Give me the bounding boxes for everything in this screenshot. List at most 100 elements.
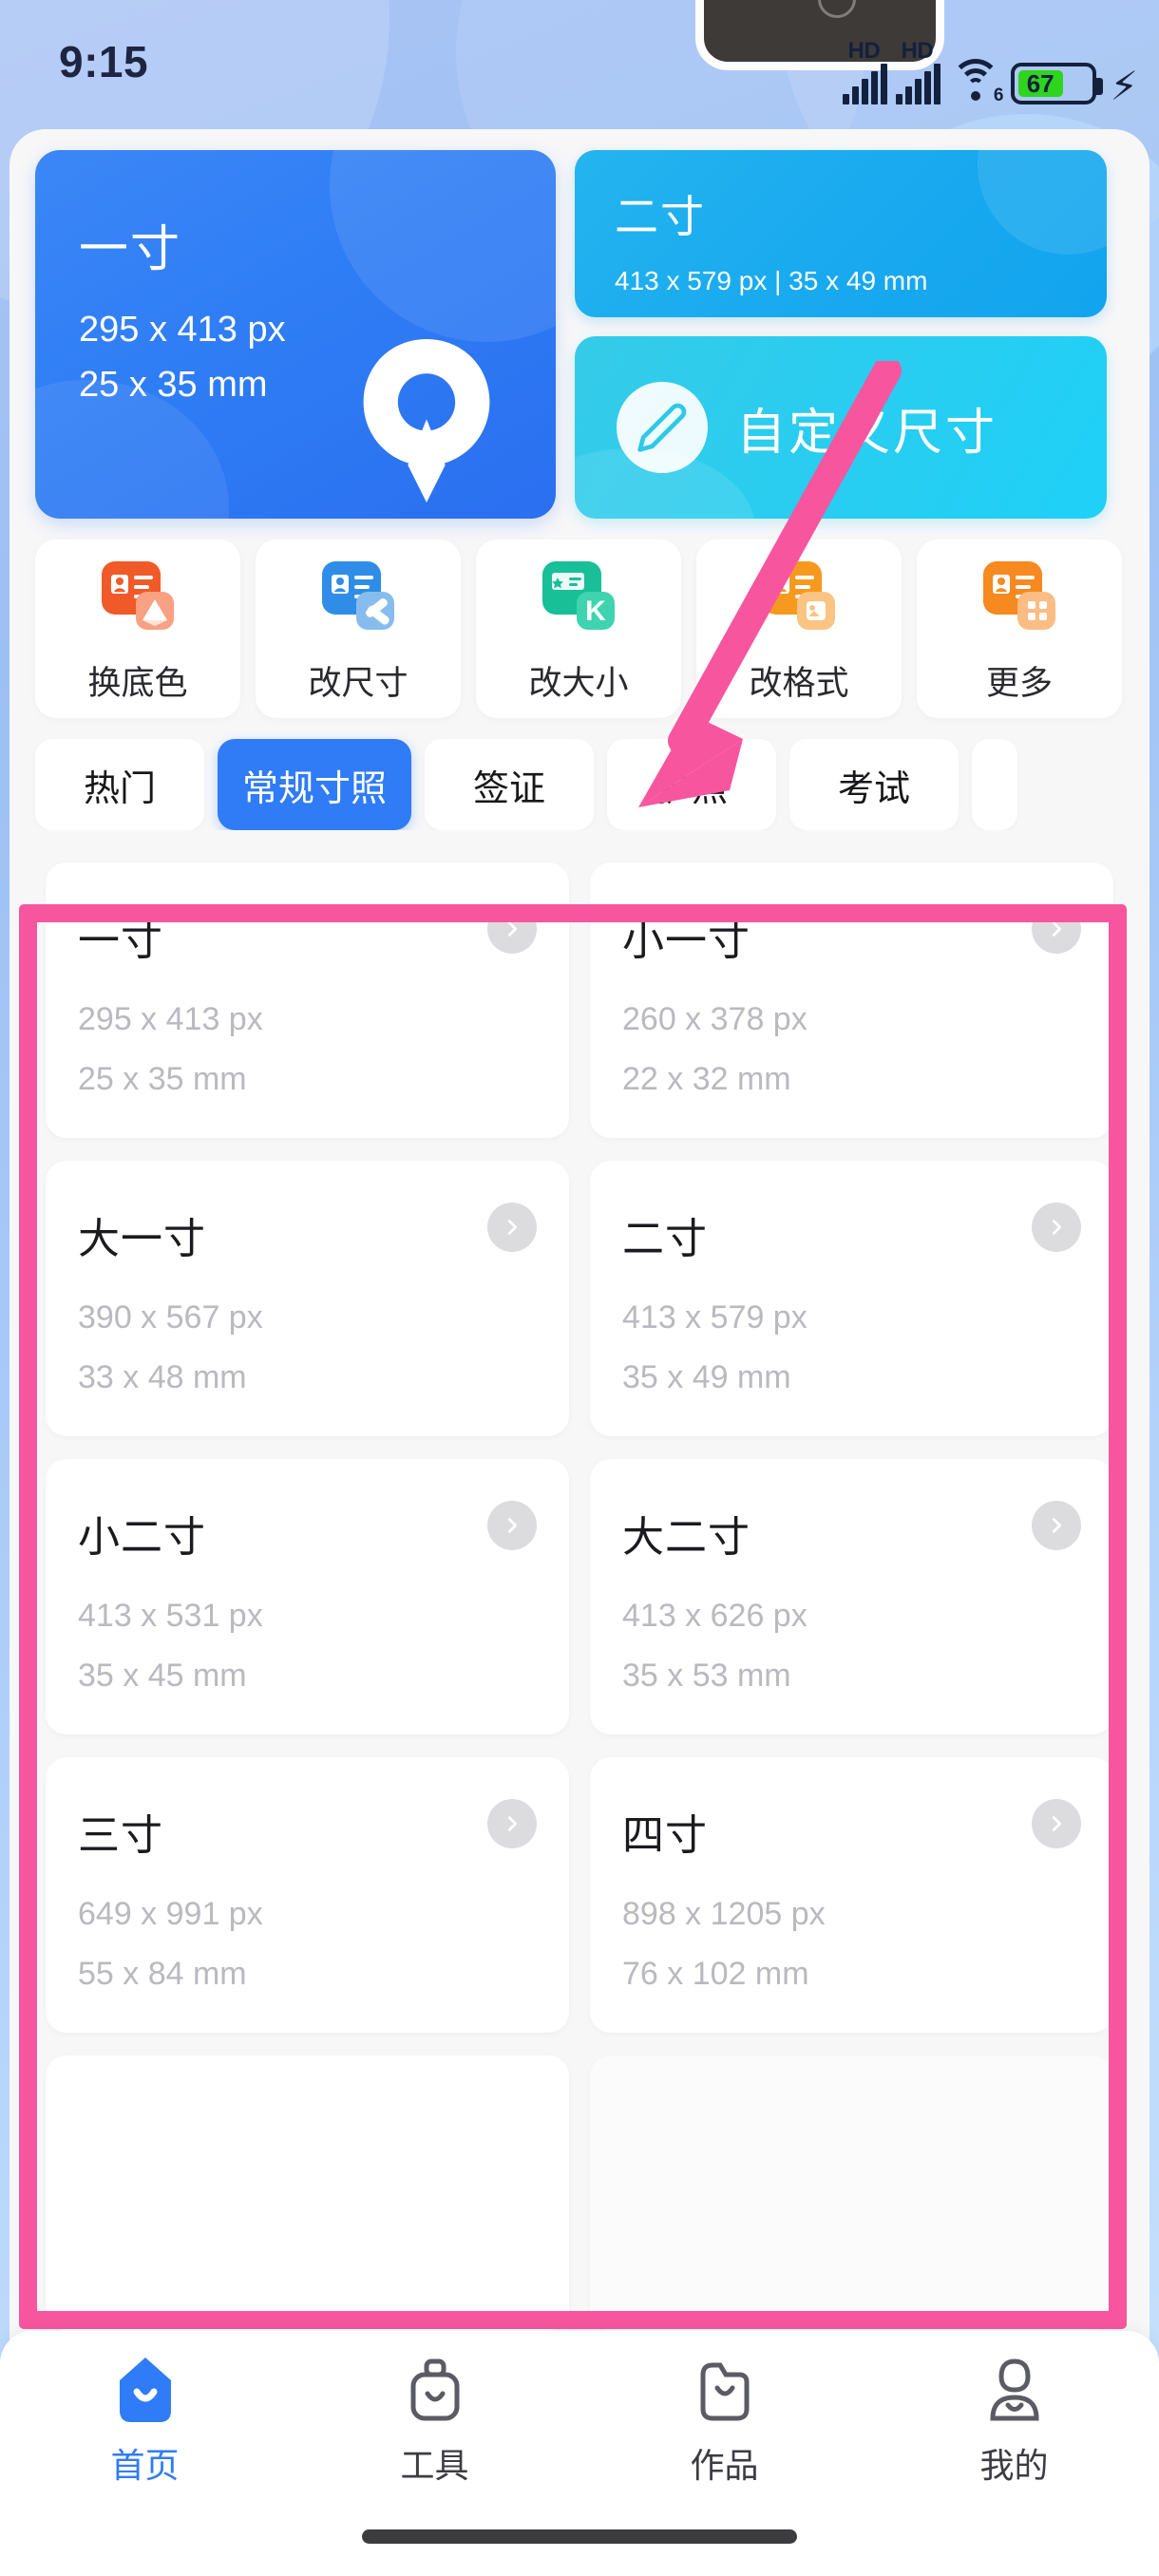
size-mm: 35 x 53 mm bbox=[622, 1657, 791, 1694]
hero-primary-title: 一寸 bbox=[79, 222, 182, 277]
chevron-right-icon[interactable] bbox=[1032, 1501, 1081, 1550]
size-name: 三寸 bbox=[78, 1812, 163, 1859]
app-container: 一寸 295 x 413 px 25 x 35 mm 二寸 413 x 579 … bbox=[10, 129, 1150, 2350]
charging-bolt-icon: ⚡ bbox=[1110, 64, 1139, 109]
tab-standard-id-photo[interactable]: 常规寸照 bbox=[218, 739, 412, 830]
tab-next-partial[interactable] bbox=[972, 739, 1018, 830]
size-name: 小一寸 bbox=[622, 918, 750, 964]
size-mm: 55 x 84 mm bbox=[78, 1956, 247, 1992]
size-card[interactable]: 大一寸 390 x 567 px 33 x 48 mm bbox=[46, 1161, 569, 1436]
size-mm: 35 x 45 mm bbox=[78, 1657, 247, 1694]
tool-label: 更多 bbox=[985, 664, 1053, 702]
tool-item-more[interactable]: 更多 bbox=[917, 540, 1122, 718]
phone-screen: 9:15 HD HD 6 67 ⚡ 一寸 295 x 413 px 25 x 3… bbox=[0, 0, 1159, 2576]
hero-section: 一寸 295 x 413 px 25 x 35 mm 二寸 413 x 579 … bbox=[10, 150, 1150, 519]
size-card-partial[interactable] bbox=[46, 2055, 569, 2331]
size-px: 413 x 626 px bbox=[622, 1598, 808, 1634]
size-card[interactable]: 二寸 413 x 579 px 35 x 49 mm bbox=[590, 1161, 1113, 1436]
size-mm: 76 x 102 mm bbox=[622, 1956, 809, 1992]
status-clock: 9:15 bbox=[59, 37, 149, 86]
hero-primary-px: 295 x 413 px bbox=[79, 310, 286, 350]
bottom-navigation: 首页 工具 作品 我的 bbox=[0, 2331, 1159, 2576]
size-mm: 35 x 49 mm bbox=[622, 1359, 791, 1395]
id-card-ruler-icon bbox=[314, 554, 402, 641]
svg-text:K: K bbox=[585, 596, 606, 627]
front-camera-icon bbox=[818, 0, 856, 18]
nav-item-mine[interactable]: 我的 bbox=[869, 2355, 1159, 2488]
tool-label: 改格式 bbox=[749, 664, 849, 702]
status-bar: 9:15 HD HD 6 67 ⚡ bbox=[0, 0, 1159, 142]
signal-bars-2-icon: HD bbox=[895, 38, 940, 104]
size-name: 一寸 bbox=[78, 918, 163, 964]
chevron-right-icon[interactable] bbox=[487, 1203, 537, 1252]
size-card-partial[interactable] bbox=[590, 2055, 1113, 2331]
tool-label: 换底色 bbox=[87, 664, 188, 702]
size-card[interactable]: 大二寸 413 x 626 px 35 x 53 mm bbox=[590, 1459, 1113, 1734]
app-scroll-area[interactable]: 一寸 295 x 413 px 25 x 35 mm 二寸 413 x 579 … bbox=[10, 129, 1150, 2331]
tool-item-change-format[interactable]: 改格式 bbox=[696, 540, 902, 718]
nav-item-tools[interactable]: 工具 bbox=[290, 2355, 580, 2488]
category-tabs[interactable]: 热门 常规寸照 签证 护照 考试 bbox=[10, 718, 1150, 830]
chevron-right-icon[interactable] bbox=[487, 1799, 537, 1848]
toolbox-icon bbox=[400, 2355, 470, 2425]
hd-label-2: HD bbox=[901, 38, 934, 64]
nav-item-works[interactable]: 作品 bbox=[580, 2355, 869, 2488]
size-name: 小二寸 bbox=[78, 1514, 206, 1561]
hero-card-custom-size[interactable]: 自定义尺寸 bbox=[575, 336, 1107, 519]
tool-label: 改尺寸 bbox=[308, 664, 408, 702]
chevron-right-icon[interactable] bbox=[1032, 1799, 1081, 1848]
chevron-right-icon[interactable] bbox=[487, 904, 537, 954]
size-card[interactable]: 一寸 295 x 413 px 25 x 35 mm bbox=[46, 862, 569, 1138]
folder-icon bbox=[690, 2355, 760, 2425]
hero-primary-mm: 25 x 35 mm bbox=[79, 365, 268, 405]
signal-bars-1-icon: HD bbox=[842, 38, 887, 104]
nav-label: 工具 bbox=[400, 2446, 469, 2485]
size-card[interactable]: 三寸 649 x 991 px 55 x 84 mm bbox=[46, 1757, 569, 2033]
size-mm: 25 x 35 mm bbox=[78, 1061, 247, 1097]
size-px: 413 x 531 px bbox=[78, 1598, 263, 1634]
size-px: 390 x 567 px bbox=[78, 1299, 263, 1335]
tab-exam[interactable]: 考试 bbox=[789, 739, 960, 830]
id-card-grid-icon bbox=[976, 554, 1063, 641]
size-card[interactable]: 小一寸 260 x 378 px 22 x 32 mm bbox=[590, 862, 1113, 1138]
tool-item-change-filesize[interactable]: K 改大小 bbox=[476, 540, 681, 718]
size-card[interactable]: 小二寸 413 x 531 px 35 x 45 mm bbox=[46, 1459, 569, 1734]
tab-passport[interactable]: 护照 bbox=[607, 739, 777, 830]
tool-item-change-dimension[interactable]: 改尺寸 bbox=[256, 540, 461, 718]
home-indicator-bar bbox=[362, 2529, 797, 2544]
size-mm: 22 x 32 mm bbox=[622, 1061, 791, 1097]
size-card[interactable]: 四寸 898 x 1205 px 76 x 102 mm bbox=[590, 1757, 1113, 2033]
size-px: 260 x 378 px bbox=[622, 1001, 808, 1037]
size-grid: 一寸 295 x 413 px 25 x 35 mm 小一寸 260 x 378… bbox=[10, 830, 1150, 2331]
nav-label: 首页 bbox=[110, 2446, 180, 2485]
pencil-edit-icon bbox=[617, 382, 708, 473]
tab-visa[interactable]: 签证 bbox=[425, 739, 595, 830]
home-icon bbox=[110, 2355, 180, 2425]
wifi-icon: 6 bbox=[949, 57, 1004, 105]
size-px: 898 x 1205 px bbox=[622, 1896, 826, 1932]
status-icons: HD HD 6 67 ⚡ bbox=[842, 36, 1139, 109]
chevron-right-icon[interactable] bbox=[1032, 1203, 1081, 1252]
nav-item-home[interactable]: 首页 bbox=[0, 2355, 290, 2488]
id-card-palette-icon bbox=[94, 554, 181, 641]
hero-card-two-cun[interactable]: 二寸 413 x 579 px | 35 x 49 mm bbox=[575, 150, 1107, 317]
size-px: 295 x 413 px bbox=[78, 1001, 263, 1037]
size-name: 大一寸 bbox=[78, 1216, 206, 1262]
chevron-right-icon[interactable] bbox=[1032, 904, 1081, 954]
id-card-format-icon bbox=[755, 554, 843, 641]
hd-label-1: HD bbox=[847, 38, 881, 64]
nav-label: 作品 bbox=[690, 2446, 759, 2485]
tab-hot[interactable]: 热门 bbox=[35, 739, 204, 830]
hero-card-one-cun[interactable]: 一寸 295 x 413 px 25 x 35 mm bbox=[35, 150, 556, 519]
battery-icon: 67 bbox=[1010, 63, 1103, 104]
chevron-right-icon[interactable] bbox=[487, 1501, 537, 1550]
size-px: 649 x 991 px bbox=[78, 1896, 263, 1932]
tool-label: 改大小 bbox=[528, 664, 629, 702]
hero-secondary-title: 二寸 bbox=[615, 192, 706, 241]
hero-secondary-dimensions: 413 x 579 px | 35 x 49 mm bbox=[615, 266, 928, 295]
app-logo-icon bbox=[363, 339, 490, 502]
size-name: 大二寸 bbox=[622, 1514, 750, 1561]
size-name: 四寸 bbox=[622, 1812, 708, 1859]
size-px: 413 x 579 px bbox=[622, 1299, 808, 1335]
tool-item-change-background[interactable]: 换底色 bbox=[35, 540, 240, 718]
